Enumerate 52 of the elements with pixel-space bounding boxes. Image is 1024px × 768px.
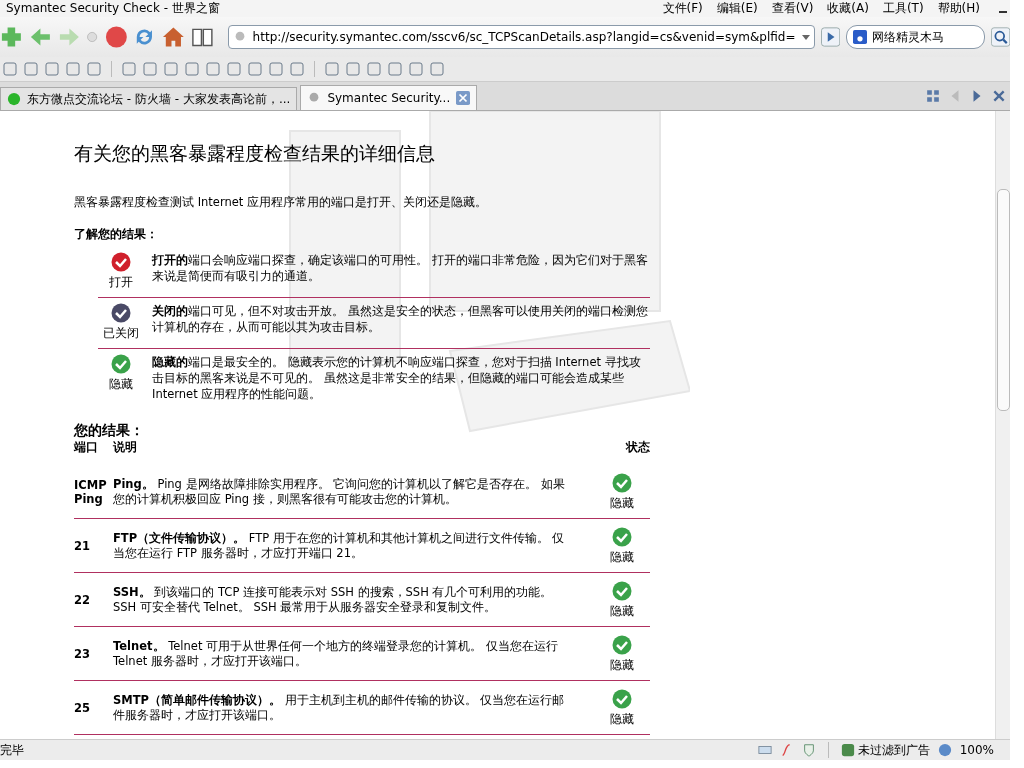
search-icon[interactable] [990,26,1010,48]
column-header: 说明 [113,440,138,455]
status-label: 打开 [109,274,133,291]
stop-icon[interactable] [104,24,128,50]
results-title: 您的结果： [74,422,145,440]
column-header: 状态 [624,440,650,455]
shield-icon[interactable] [801,743,816,757]
menu-item[interactable]: 查看(V) [771,0,814,17]
site-icon [7,92,21,106]
port-cell-text: ICMP Ping [74,478,108,506]
legend-title: 了解您的结果： [74,226,159,243]
menu-item[interactable]: 文件(F) [662,0,703,17]
menu-item[interactable]: 工具(T) [882,0,924,17]
description-cell-text: FTP（文件传输协议）。 FTP 用于在您的计算机和其他计算机之间进行文件传输。 仅当您在运行 FTP 服务器时，才应打开端口 21。 [113,531,566,561]
grid-icon[interactable] [926,89,940,103]
search-field[interactable]: 网络精灵木马 [845,25,985,49]
description-cell-text: SMTP（简单邮件传输协议）。 用于主机到主机的邮件传输的协议。 仅当您在运行邮件服务器时，才应打开该端口。 [113,693,566,723]
browser-tab[interactable]: Symantec Security... [300,85,478,110]
legend-description: 打开的端口会响应端口探查，确定该端口的可用性。 打开的端口非常危险，因为它们对于黑客来说是简便而有吸引力的通道。 [152,252,649,285]
status-label: 隐藏 [610,548,634,566]
status-label: 隐藏 [610,494,634,512]
menu-item[interactable]: 收藏(A) [827,0,869,17]
menu-item[interactable]: 编辑(E) [716,0,758,17]
status-label: 隐藏 [610,656,634,674]
browser-tab[interactable]: 东方微点交流论坛 - 防火墙 - 大家发表高论前，... [0,87,298,110]
legend-description: 隐藏的端口是最安全的。 隐藏表示您的计算机不响应端口探查，您对于扫描 Internet 寻找攻击目标的黑客来说是不可见的。 虽然这是非常安全的结果，但隐藏的端口可能会造成某些 Internet 应用程序的性能问题。 [152,354,642,402]
legend-description: 关闭的端口可见，但不对攻击开放。 虽然这是安全的状态，但黑客可以使用关闭的端口检测您计算机的存在，从而可能以其为攻击目标。 [152,303,649,336]
port-cell-text: 25 [74,701,91,715]
zoom-button[interactable]: 100% [959,743,1010,757]
go-button[interactable] [820,26,840,48]
keyboard-icon[interactable] [757,743,772,757]
description-cell-text: Telnet。 Telnet 可用于从世界任何一个地方的终端登录您的计算机。 仅当您在运行 Telnet 服务器时，才应打开该端口。 [113,639,559,669]
address-field[interactable]: http://security.symantec.com/sscv6/sc_TCPScanDetails.asp?langid=cs&venid=sym&plfid= [227,25,815,49]
menu-item[interactable]: 帮助(H) [937,0,980,17]
description-cell-text: SSH。 到该端口的 TCP 连接可能表示对 SSH 的搜索，SSH 有几个可利用的功能。 SSH 可安全替代 Telnet。 SSH 最常用于从服务器安全登录和复制文件。 [113,585,554,615]
window-title: Symantec Security Check - 世界之窗 [5,0,220,17]
close-icon[interactable] [992,89,1006,103]
column-header: 端口 [74,440,99,455]
status-text: 完毕 [0,741,24,759]
vertical-scrollbar[interactable] [995,111,1010,739]
status-label: 隐藏 [610,602,634,620]
port-cell-text: 21 [74,539,91,553]
description-cell-text: Ping。 Ping 是网络故障排除实用程序。 它询问您的计算机以了解它是否存在。 如果您的计算机积极回应 Ping 接，则黑客很有可能攻击您的计算机。 [113,477,566,507]
port-cell-text: 23 [74,647,91,661]
close-icon[interactable] [456,91,471,105]
intro-text: 黑客暴露程度检查测试 Internet 应用程序常用的端口是打开、关闭还是隐藏。 [74,195,488,210]
status-label: 隐藏 [610,710,634,728]
status-label: 已关闭 [103,325,139,342]
ad-filter-button[interactable]: 未过滤到广告 [840,741,930,759]
port-cell-text: 22 [74,593,91,607]
status-label: 隐藏 [109,376,133,393]
page-heading: 有关您的黑客暴露程度检查结果的详细信息 [74,141,436,166]
